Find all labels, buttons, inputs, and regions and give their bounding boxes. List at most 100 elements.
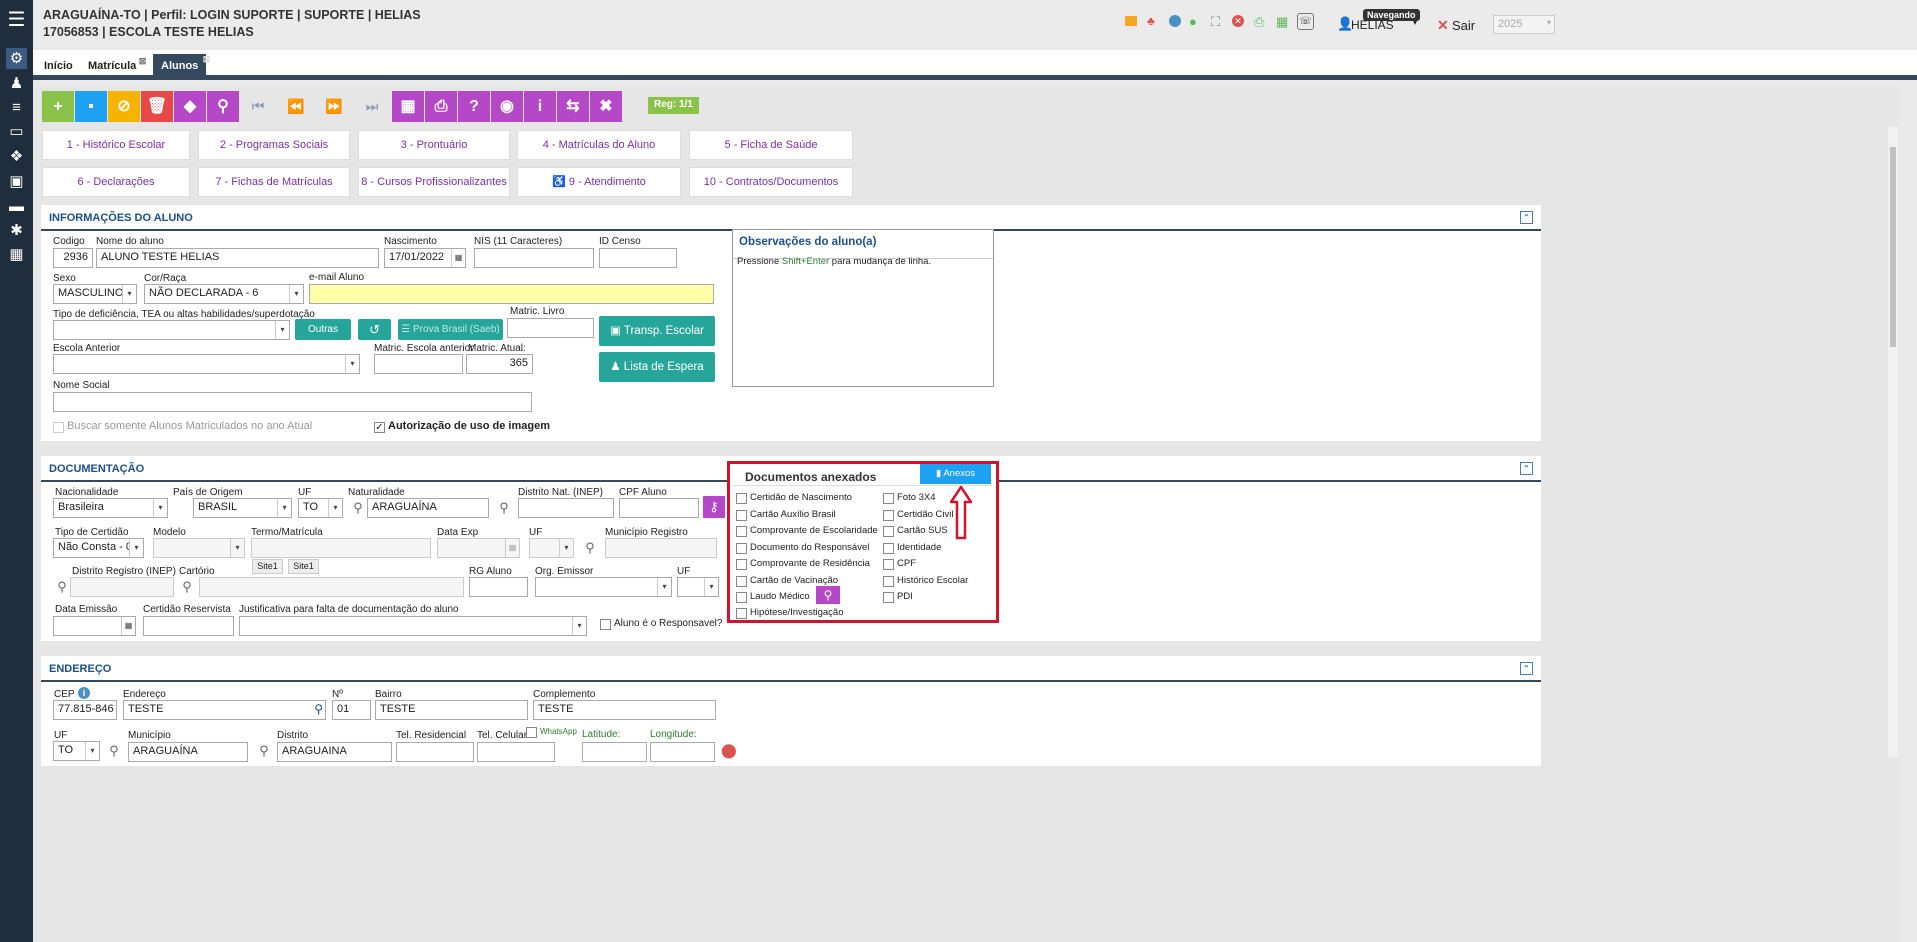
lista-espera-button[interactable]: ♟ Lista de Espera (599, 352, 715, 382)
last-record-icon[interactable]: ⏭ (356, 91, 388, 122)
autoriz-checkbox[interactable]: ✓ (374, 422, 385, 433)
quick-saude[interactable]: 5 - Ficha de Saúde (689, 130, 853, 160)
chat-icon[interactable]: ● (1189, 14, 1197, 29)
delete-button[interactable]: 🗑 (141, 91, 173, 122)
doc-checkbox[interactable] (883, 510, 894, 521)
anexos-button[interactable]: ▮ Anexos (920, 464, 991, 484)
gear-icon[interactable]: ✱ (6, 220, 27, 241)
pais-select[interactable]: BRASIL ▾ (193, 498, 292, 518)
calendar-icon[interactable]: ▦ (505, 539, 519, 557)
transp-escolar-button[interactable]: ▣ Transp. Escolar (599, 316, 715, 346)
search-icon[interactable]: ⚲ (256, 743, 272, 759)
eraser-button[interactable]: ◆ (174, 91, 206, 122)
distrito-nat-field[interactable] (518, 498, 614, 518)
sitemap-icon[interactable]: ♣ (1147, 14, 1160, 28)
tab-inicio[interactable]: Início (38, 56, 79, 78)
calendar-icon[interactable]: ▦ (451, 249, 465, 267)
matric-escola-field[interactable] (374, 354, 463, 374)
justificativa-select[interactable]: ▾ (239, 616, 587, 636)
search-icon[interactable]: ⚲ (496, 500, 512, 516)
menu-icon[interactable]: ☰ (6, 10, 27, 31)
nome-social-field[interactable] (53, 392, 532, 412)
rg-field[interactable] (469, 577, 528, 597)
sexo-select[interactable]: MASCULINO ▾ (53, 284, 137, 304)
tab-matricula[interactable]: Matrícula ⊠ (82, 56, 146, 78)
list-icon[interactable]: ≡ (6, 97, 27, 118)
info-icon[interactable]: i (78, 687, 90, 699)
logout-icon[interactable]: ✕ (1437, 17, 1449, 34)
naturalidade-field[interactable]: ARAGUAÍNA (367, 498, 489, 518)
numero-field[interactable]: 01 (332, 700, 371, 720)
print-button[interactable]: ⎙ (425, 91, 457, 122)
quick-matriculas[interactable]: 4 - Matrículas do Aluno (517, 130, 681, 160)
scrollbar-thumb[interactable] (1890, 147, 1896, 347)
quick-cursos[interactable]: 8 - Cursos Profissionalizantes (358, 167, 510, 197)
dropbox-icon[interactable]: ❖ (6, 146, 27, 167)
view-button[interactable]: ◉ (491, 91, 523, 122)
buscar-checkbox[interactable] (53, 422, 64, 433)
cancel-button[interactable]: ⊘ (108, 91, 140, 122)
quick-fichas[interactable]: 7 - Fichas de Matrículas (198, 167, 350, 197)
collapse-icon[interactable]: ⌃ (1520, 462, 1533, 475)
search-laudo-button[interactable]: ⚲ (816, 586, 840, 604)
search-icon[interactable]: ⚲ (106, 743, 122, 759)
cpf-field[interactable] (619, 498, 699, 518)
deficiencia-select[interactable]: ▾ (53, 320, 290, 340)
doc-checkbox[interactable] (883, 526, 894, 537)
settings-group-icon[interactable]: ⚙ (6, 48, 27, 69)
codigo-field[interactable]: 2936 (53, 248, 93, 268)
email-field[interactable] (309, 284, 714, 304)
table-icon[interactable]: ▦ (6, 244, 27, 265)
collapse-icon[interactable]: ⌃ (1520, 211, 1533, 224)
quick-atendimento[interactable]: ♿ 9 - Atendimento (517, 167, 681, 197)
user-remove-button[interactable]: ✖ (590, 91, 622, 122)
uf-emissor-select[interactable]: ▾ (677, 577, 719, 597)
info-button[interactable]: i (524, 91, 556, 122)
user-name[interactable]: HELIAS (1351, 18, 1394, 32)
site2-button[interactable]: Site1 (288, 559, 319, 574)
quick-contratos[interactable]: 10 - Contratos/Documentos (689, 167, 853, 197)
doc-checkbox[interactable] (736, 608, 747, 619)
site1-button[interactable]: Site1 (252, 559, 283, 574)
data-emissao-field[interactable]: ▦ (53, 616, 136, 636)
doc-checkbox[interactable] (883, 493, 894, 504)
whatsapp-icon[interactable]: ☏ (1297, 13, 1314, 30)
tab-alunos[interactable]: Alunos ⊠ (153, 54, 210, 79)
cartorio-field[interactable] (199, 577, 464, 597)
tel-residencial-field[interactable] (396, 742, 474, 762)
search-icon[interactable]: ⚲ (350, 500, 366, 516)
cor-select[interactable]: NÃO DECLARADA - 6 ▾ (144, 284, 304, 304)
uf-registro-select[interactable]: ▾ (529, 538, 574, 558)
person-icon[interactable]: ♟ (6, 73, 27, 94)
close-tab-icon[interactable]: ⊠ (203, 54, 211, 65)
doc-checkbox[interactable] (883, 592, 894, 603)
certidao-select[interactable]: Não Consta - 0 ▾ (53, 538, 144, 558)
idcenso-field[interactable] (599, 248, 677, 268)
latitude-field[interactable] (582, 742, 647, 762)
close-tab-icon[interactable]: ⊠ (139, 56, 147, 67)
quick-programas[interactable]: 2 - Programas Sociais (198, 130, 350, 160)
cep-field[interactable]: 77.815-846 (53, 700, 117, 720)
livro-field[interactable] (507, 318, 594, 338)
observacoes-textarea[interactable] (733, 268, 993, 386)
pie-chart-icon[interactable] (1169, 15, 1181, 27)
org-emissor-select[interactable]: ▾ (535, 577, 672, 597)
add-button[interactable]: + (42, 91, 74, 122)
map-marker-icon[interactable]: ⬤ (721, 742, 737, 759)
quick-declaracoes[interactable]: 6 - Declarações (42, 167, 190, 197)
doc-checkbox[interactable] (736, 576, 747, 587)
monitor-icon[interactable]: ▬ (6, 196, 27, 217)
search-icon[interactable]: ⚲ (179, 579, 195, 595)
tel-celular-field[interactable] (477, 742, 555, 762)
uf-select[interactable]: TO ▾ (53, 741, 100, 761)
search-icon[interactable]: ⚲ (314, 702, 323, 716)
doc-checkbox[interactable] (883, 576, 894, 587)
termo-field[interactable] (251, 538, 431, 558)
doc-checkbox[interactable] (736, 592, 747, 603)
year-select[interactable]: 2025 ▾ (1493, 15, 1555, 34)
nacionalidade-select[interactable]: Brasileira ▾ (53, 498, 168, 518)
municipio-field[interactable]: ARAGUAÍNA (128, 742, 248, 762)
nascimento-field[interactable]: 17/01/2022 ▦ (384, 248, 466, 268)
save-button[interactable]: ▪ (75, 91, 107, 122)
grid-button[interactable]: ▦ (392, 91, 424, 122)
